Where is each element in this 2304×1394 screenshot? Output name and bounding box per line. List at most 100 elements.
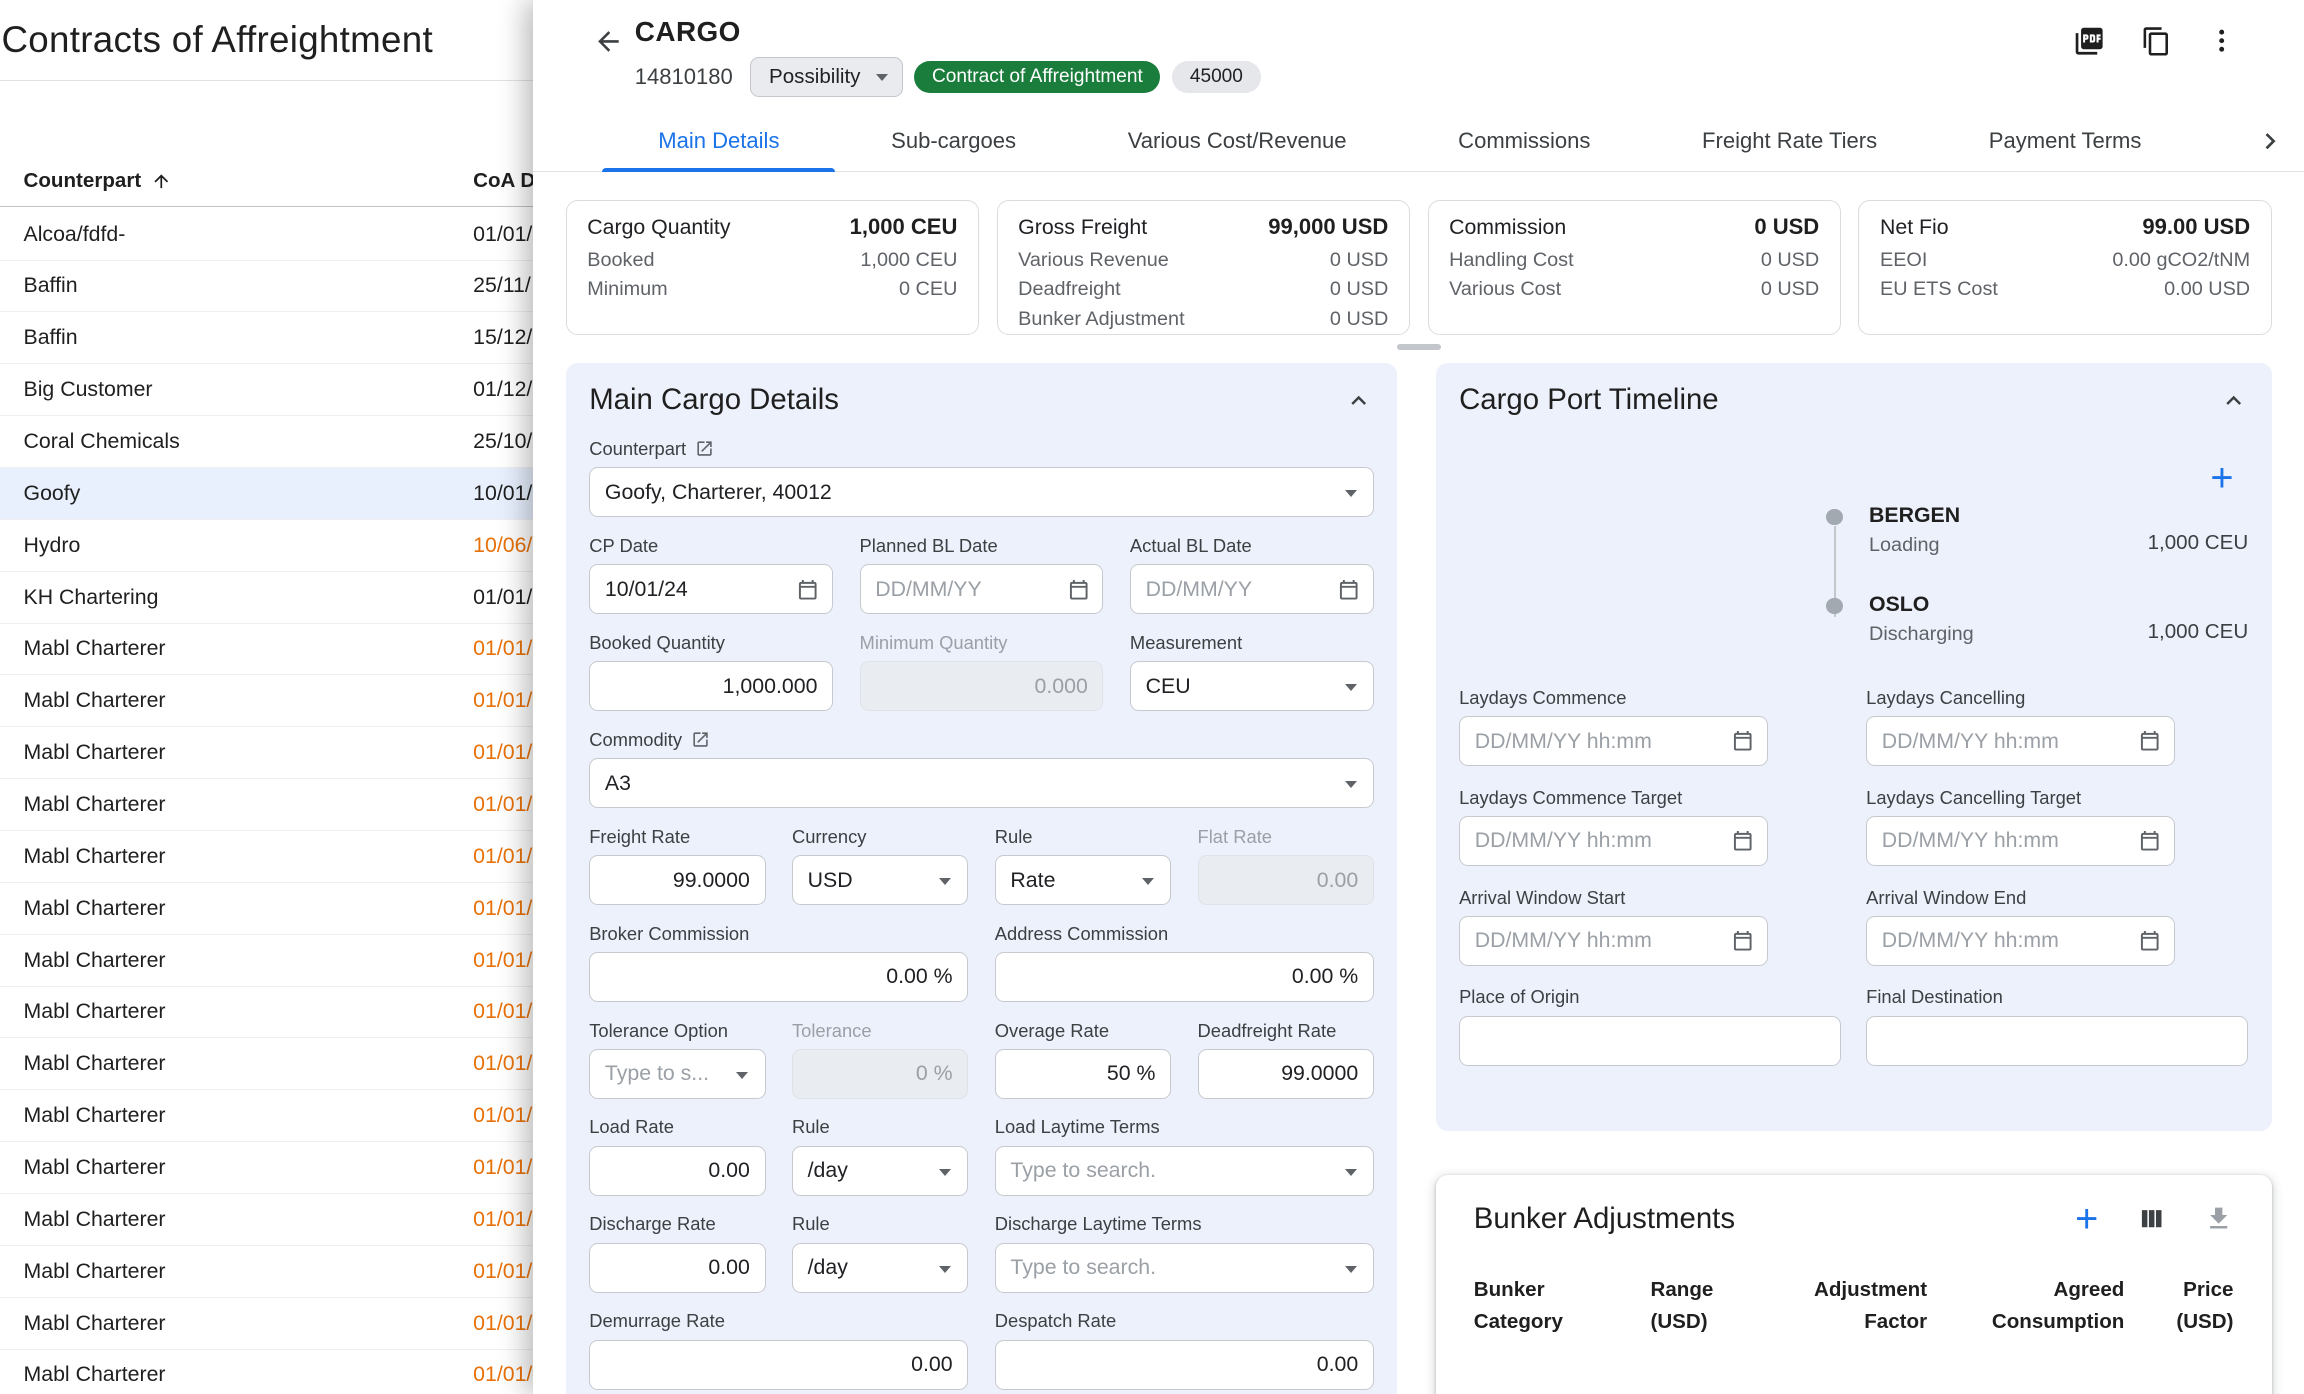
coa-row-counterpart: Mabl Charterer	[24, 1362, 166, 1387]
final-destination-input[interactable]	[1866, 1016, 2248, 1066]
arrival-window-start-input[interactable]	[1459, 916, 1768, 966]
calendar-icon[interactable]	[1337, 578, 1361, 602]
collapse-icon[interactable]	[1344, 386, 1373, 415]
discharge-rate-input[interactable]	[589, 1243, 765, 1293]
despatch-rate-input[interactable]	[995, 1340, 1374, 1390]
columns-icon[interactable]	[2137, 1204, 2166, 1233]
freight-rate-input[interactable]	[589, 855, 765, 905]
tolerance-input	[792, 1049, 968, 1099]
coa-row-counterpart: Big Customer	[24, 377, 153, 402]
calendar-icon[interactable]	[1731, 929, 1755, 953]
overage-rate-label: Overage Rate	[995, 1020, 1171, 1042]
discharge-rule-select[interactable]: /day	[792, 1243, 968, 1293]
arrival-window-end-input[interactable]	[1866, 916, 2175, 966]
coa-row-date: 01/01/	[473, 1155, 532, 1180]
add-port-button[interactable]: +	[2210, 462, 2233, 494]
coa-row-counterpart: Hydro	[24, 533, 81, 558]
counterpart-select[interactable]: Goofy, Charterer, 40012	[589, 467, 1374, 517]
kebab-menu-icon[interactable]	[2207, 26, 2236, 55]
coa-row-counterpart: Mabl Charterer	[24, 636, 166, 661]
card-row-value: 0.00 gCO2/tNM	[2112, 246, 2250, 275]
place-of-origin-input[interactable]	[1459, 1016, 1841, 1066]
calendar-icon[interactable]	[796, 578, 820, 602]
coa-row-counterpart: Coral Chemicals	[24, 429, 180, 454]
calendar-icon[interactable]	[2138, 729, 2162, 753]
tab-various-cost-revenue[interactable]: Various Cost/Revenue	[1072, 110, 1402, 171]
commodity-select[interactable]: A3	[589, 758, 1374, 808]
tab-commissions[interactable]: Commissions	[1402, 110, 1646, 171]
counterpart-label: Counterpart	[589, 438, 1374, 460]
card-value: 99,000 USD	[1268, 214, 1388, 240]
broker-commission-input[interactable]	[589, 952, 968, 1002]
tab-freight-rate-tiers[interactable]: Freight Rate Tiers	[1646, 110, 1933, 171]
add-bunker-adjustment-button[interactable]: +	[2075, 1203, 2098, 1235]
tab-payment-terms[interactable]: Payment Terms	[1933, 110, 2197, 171]
back-button[interactable]	[591, 26, 626, 61]
rule-select[interactable]: Rate	[995, 855, 1171, 905]
column-header-coa-date[interactable]: CoA D	[473, 169, 535, 193]
card-row-label: Bunker Adjustment	[1018, 305, 1184, 334]
laydays-commence-target-input[interactable]	[1459, 816, 1768, 866]
open-in-new-icon[interactable]	[695, 439, 714, 458]
coa-row-date: 01/01/	[473, 636, 532, 661]
port-item[interactable]: BERGEN Loading 1,000 CEU	[1826, 503, 2248, 557]
calendar-icon[interactable]	[1731, 729, 1755, 753]
bunker-adjustments-section: Bunker Adjustments + Bunker Cate	[1436, 1175, 2272, 1394]
load-rate-input[interactable]	[589, 1146, 765, 1196]
download-icon[interactable]	[2204, 1204, 2233, 1233]
discharge-rule-value: /day	[808, 1255, 848, 1280]
calendar-icon[interactable]	[1067, 578, 1091, 602]
coa-row-date: 01/01/	[473, 222, 532, 247]
laydays-cancelling-input[interactable]	[1866, 716, 2175, 766]
port-dot-icon	[1826, 598, 1842, 614]
discharge-laytime-terms-label: Discharge Laytime Terms	[995, 1213, 1374, 1235]
calendar-icon[interactable]	[1731, 829, 1755, 853]
deadfreight-rate-input[interactable]	[1198, 1049, 1374, 1099]
column-header-counterpart[interactable]: Counterpart	[24, 169, 173, 193]
booked-quantity-input[interactable]	[589, 661, 833, 711]
coa-row-date: 10/01/	[473, 481, 532, 506]
coa-row-counterpart: Mabl Charterer	[24, 688, 166, 713]
coa-row-date: 01/01/	[473, 1311, 532, 1336]
collapse-icon[interactable]	[2219, 386, 2248, 415]
copy-icon[interactable]	[2141, 26, 2172, 57]
sort-ascending-icon[interactable]	[151, 171, 172, 192]
currency-label: Currency	[792, 826, 968, 848]
currency-value: USD	[808, 868, 853, 893]
contract-type-badge: Contract of Affreightment	[914, 61, 1160, 93]
tab-main-details[interactable]: Main Details	[602, 110, 835, 171]
card-row-value: 0 USD	[1761, 246, 1819, 275]
export-pdf-icon[interactable]	[2073, 25, 2105, 57]
discharge-laytime-terms-select[interactable]: Type to search.	[995, 1243, 1374, 1293]
overage-rate-input[interactable]	[995, 1049, 1171, 1099]
address-commission-label: Address Commission	[995, 923, 1374, 945]
calendar-icon[interactable]	[2138, 929, 2162, 953]
load-rule-value: /day	[808, 1158, 848, 1183]
resize-handle[interactable]	[1397, 344, 1441, 350]
load-rule-label: Rule	[792, 1116, 968, 1138]
coa-row-counterpart: KH Chartering	[24, 585, 159, 610]
tab-sub-cargoes[interactable]: Sub-cargoes	[835, 110, 1072, 171]
load-rule-select[interactable]: /day	[792, 1146, 968, 1196]
measurement-select[interactable]: CEU	[1130, 661, 1374, 711]
tolerance-option-select[interactable]: Type to s...	[589, 1049, 765, 1099]
chevron-down-icon	[1345, 1169, 1357, 1176]
open-in-new-icon[interactable]	[691, 730, 710, 749]
coa-row-date: 01/01/	[473, 1051, 532, 1076]
card-row-label: Handling Cost	[1449, 246, 1574, 275]
coa-row-date: 01/01/	[473, 948, 532, 973]
tabs-scroll-right-icon[interactable]	[2254, 125, 2286, 163]
laydays-commence-input[interactable]	[1459, 716, 1768, 766]
demurrage-rate-label: Demurrage Rate	[589, 1310, 968, 1332]
calendar-icon[interactable]	[2138, 829, 2162, 853]
port-quantity: 1,000 CEU	[2148, 531, 2249, 556]
port-item[interactable]: OSLO Discharging 1,000 CEU	[1826, 592, 2248, 646]
demurrage-rate-input[interactable]	[589, 1340, 968, 1390]
laydays-cancelling-target-input[interactable]	[1866, 816, 2175, 866]
status-select[interactable]: Possibility	[750, 57, 902, 97]
port-activity: Discharging	[1869, 623, 1974, 646]
load-laytime-terms-select[interactable]: Type to search.	[995, 1146, 1374, 1196]
cargo-port-timeline-section: Cargo Port Timeline + BERGEN Loading	[1436, 363, 2272, 1131]
address-commission-input[interactable]	[995, 952, 1374, 1002]
currency-select[interactable]: USD	[792, 855, 968, 905]
